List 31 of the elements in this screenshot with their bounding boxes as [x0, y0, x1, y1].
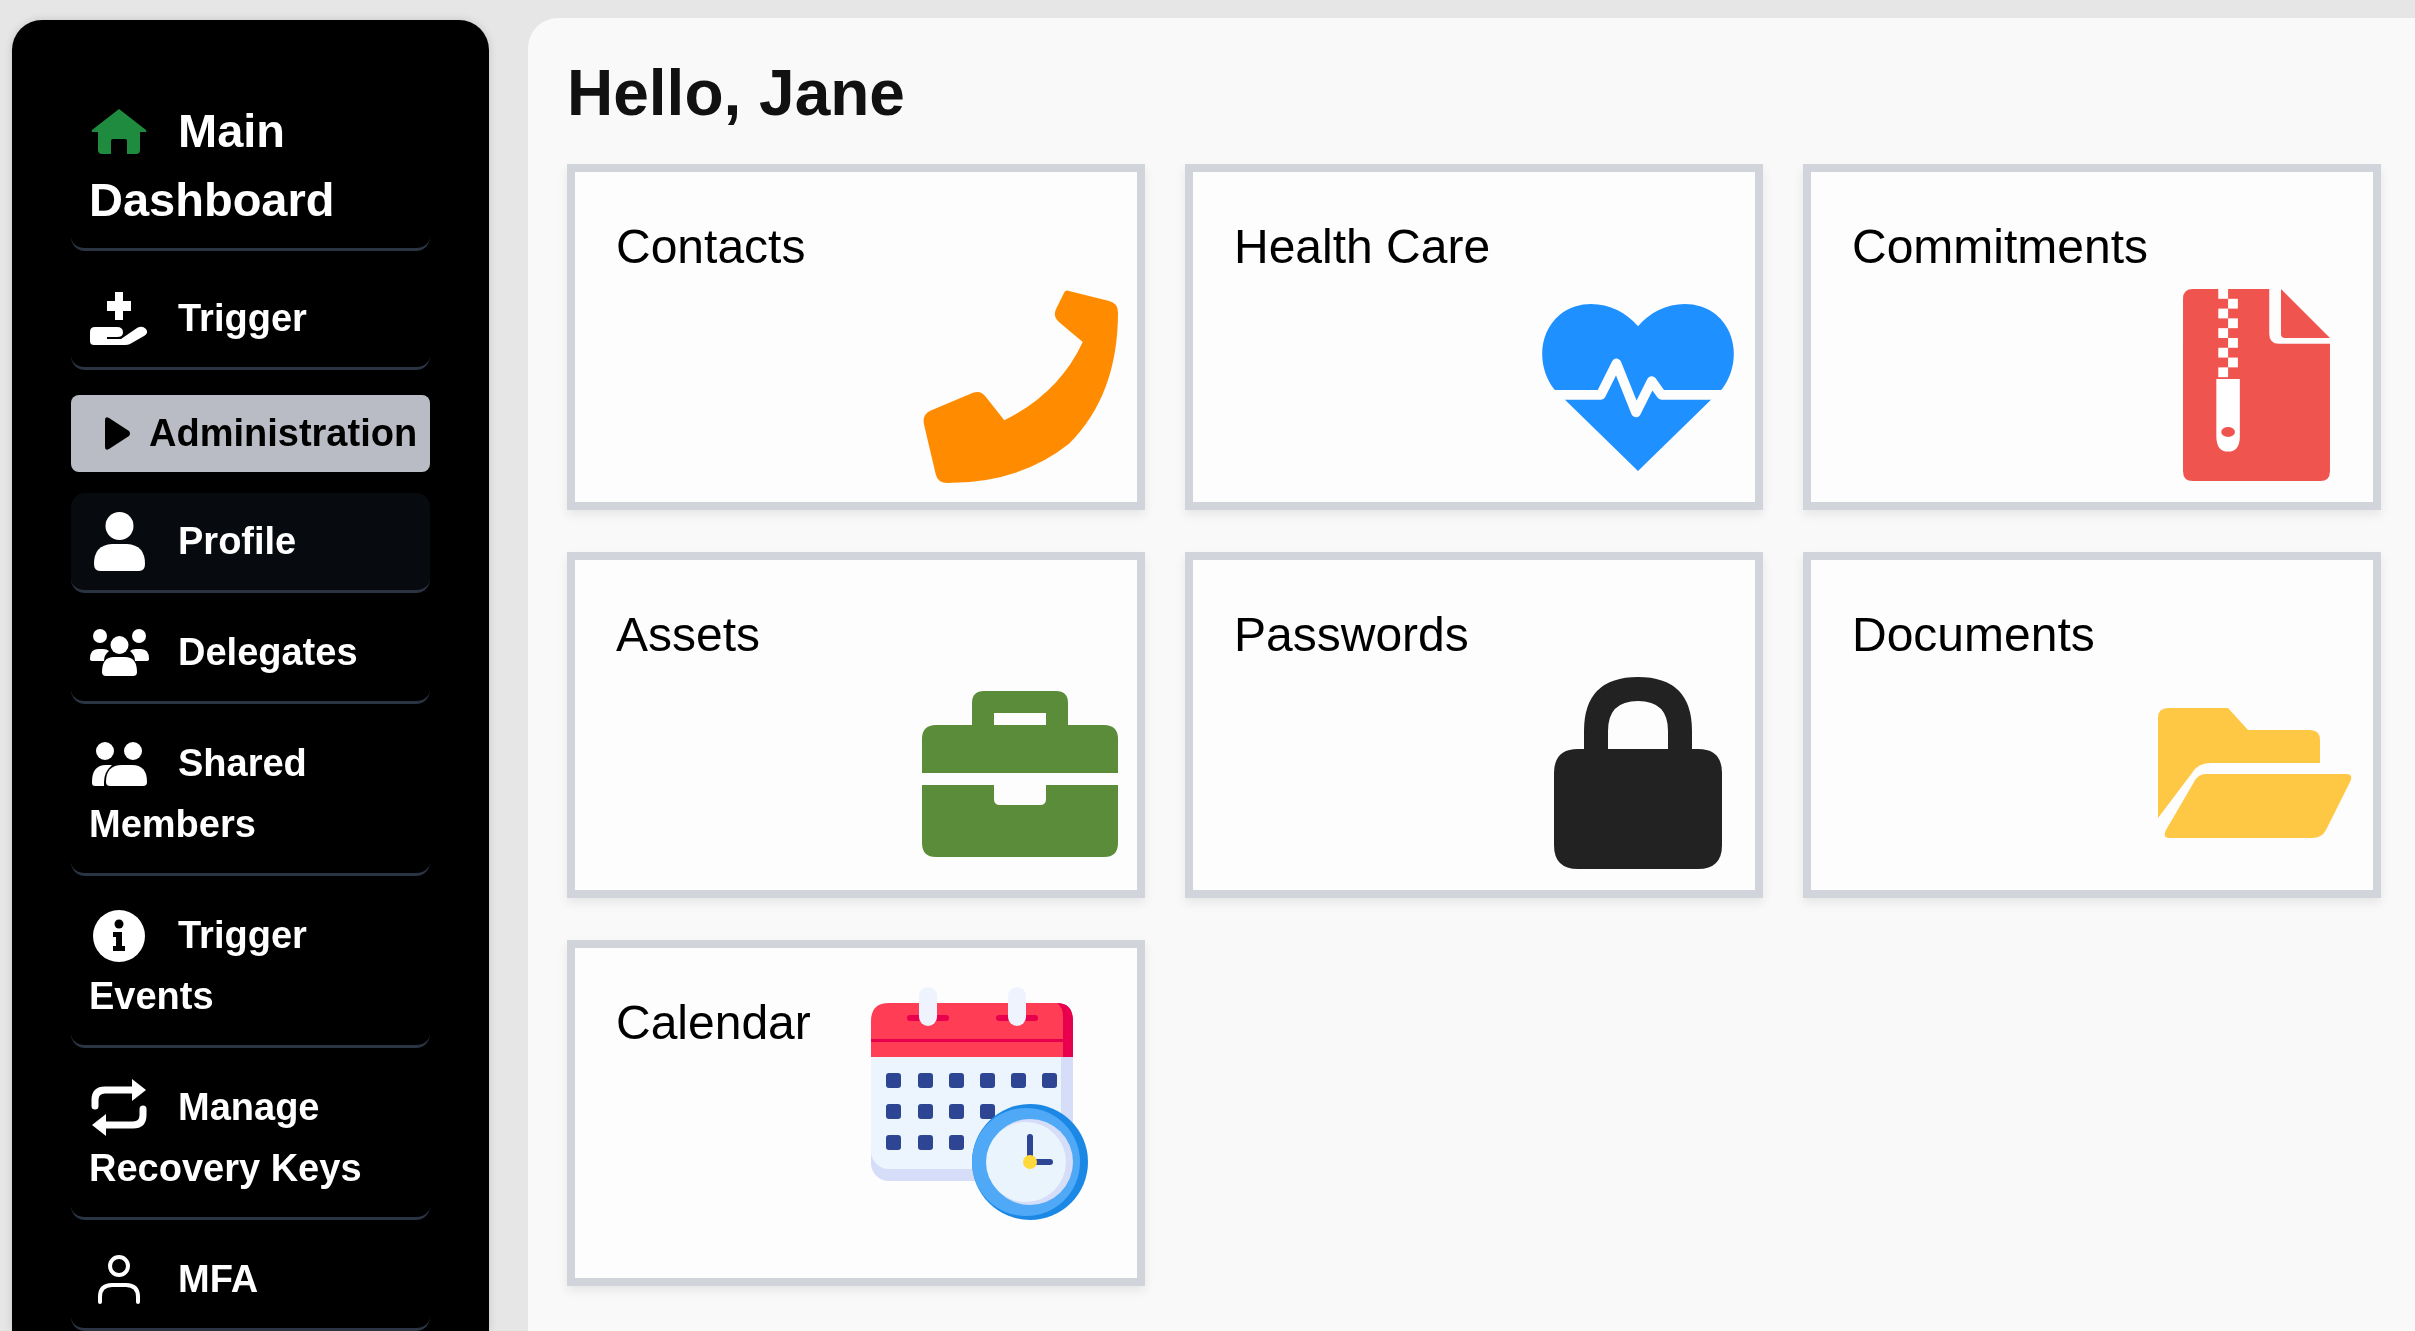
dashboard-card[interactable]: Commitments — [1803, 164, 2381, 510]
user-outline-icon — [97, 1255, 141, 1304]
three-people-icon — [89, 629, 149, 676]
repeat-arrows-icon — [90, 1078, 148, 1137]
user-icon — [93, 512, 145, 571]
nav-item[interactable]: Manage Recovery Keys — [71, 1059, 430, 1220]
nav-item[interactable]: MFA — [71, 1231, 430, 1331]
hand-plus-icon — [89, 292, 149, 345]
nav-item[interactable]: Profile — [71, 493, 430, 593]
dashboard-card[interactable]: Health Care — [1185, 164, 1763, 510]
nav-item[interactable]: Trigger Events — [71, 887, 430, 1048]
zip-file-icon — [2182, 289, 2330, 481]
two-people-icon — [91, 741, 147, 786]
briefcase-icon — [922, 689, 1118, 857]
nav-item[interactable]: Administration — [71, 395, 430, 472]
dashboard-card[interactable]: Passwords — [1185, 552, 1763, 898]
dashboard-card[interactable]: Contacts — [567, 164, 1145, 510]
greeting-heading: Hello, Jane — [567, 56, 906, 131]
nav-item[interactable]: Trigger — [71, 270, 430, 370]
calendar-clock-icon — [871, 987, 1089, 1220]
nav-link[interactable]: Main Dashboard — [71, 76, 430, 251]
nav-item[interactable]: Delegates — [71, 604, 430, 704]
dashboard-card[interactable]: Calendar — [567, 940, 1145, 1286]
dashboard-card[interactable]: Assets — [567, 552, 1145, 898]
folder-icon — [2158, 708, 2354, 838]
padlock-icon — [1554, 677, 1722, 869]
phone-icon — [922, 287, 1118, 483]
nav-item[interactable]: Shared Members — [71, 715, 430, 876]
dashboard-card[interactable]: Documents — [1803, 552, 2381, 898]
info-icon — [93, 909, 145, 962]
house-icon — [91, 107, 147, 154]
